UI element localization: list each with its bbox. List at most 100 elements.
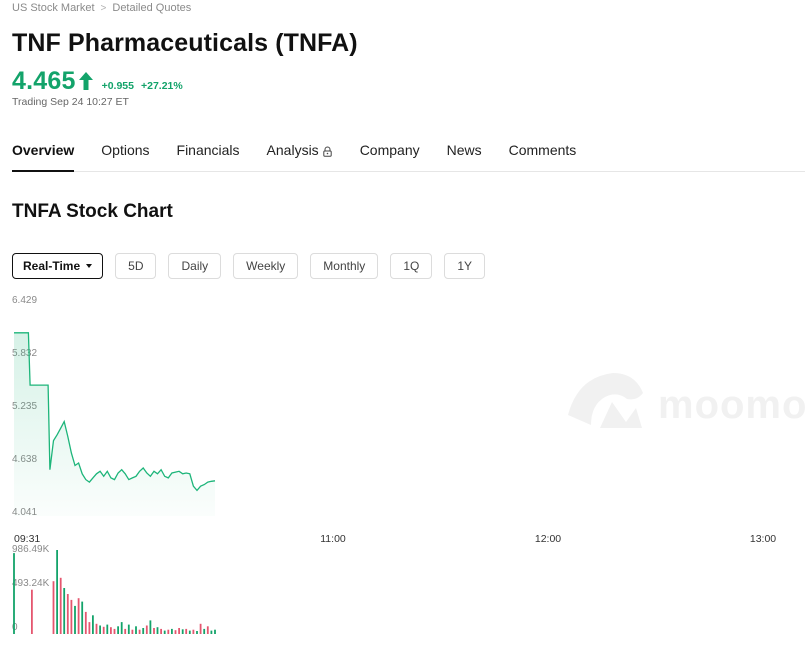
tab-comments[interactable]: Comments [509, 141, 577, 171]
chevron-right-icon: > [100, 2, 107, 14]
volume-bar [156, 627, 159, 634]
volume-bar [163, 630, 166, 634]
volume-bar [88, 622, 91, 634]
price-change-percent: +27.21% [140, 80, 183, 92]
volume-bar [131, 629, 134, 634]
volume-bar [113, 628, 116, 634]
volume-bar [153, 628, 155, 634]
volume-bar [181, 629, 184, 634]
volume-tick-label: 493.24K [12, 578, 50, 589]
time-tick-label: 12:00 [535, 533, 561, 545]
lock-icon [322, 146, 332, 157]
volume-bar [74, 605, 76, 634]
tab-options[interactable]: Options [101, 141, 149, 171]
price-tick-label: 6.429 [12, 295, 37, 306]
volume-bar [59, 577, 62, 634]
tab-analysis[interactable]: Analysis [267, 141, 333, 171]
volume-bar [84, 611, 87, 634]
realtime-label: Real-Time [23, 259, 81, 273]
price-row: 4.465 +0.955 +27.21% [12, 67, 183, 96]
volume-axis: 986.49K 493.24K 0 [12, 544, 50, 633]
tab-label: Options [101, 142, 150, 158]
tab-label: Overview [12, 142, 75, 158]
volume-bar [142, 628, 145, 634]
tab-overview[interactable]: Overview [12, 141, 75, 172]
volume-bar [203, 628, 206, 634]
volume-bar [31, 589, 33, 634]
breadcrumb-item-market[interactable]: US Stock Market [12, 2, 95, 14]
price-change: +0.955 [101, 80, 134, 92]
volume-bar [13, 553, 15, 634]
current-price: 4.465 [12, 67, 76, 95]
volume-bar [81, 601, 84, 634]
volume-bar [66, 594, 69, 634]
tab-label: News [446, 142, 482, 158]
range-1q-button[interactable]: 1Q [390, 253, 433, 279]
volume-bar [127, 624, 130, 634]
volume-bar [174, 630, 177, 634]
volume-bar [192, 629, 195, 634]
tab-label: Financials [176, 142, 240, 158]
volume-bar [56, 550, 58, 634]
tab-label: Analysis [266, 142, 319, 158]
volume-bar [63, 588, 66, 634]
chart-section-title: TNFA Stock Chart [12, 201, 173, 222]
realtime-dropdown[interactable]: Real-Time [12, 253, 104, 279]
volume-bar [196, 631, 198, 634]
volume-bar [214, 629, 216, 634]
volume-bar [92, 615, 94, 634]
time-tick-label: 13:00 [750, 533, 776, 545]
volume-bar [124, 628, 127, 634]
volume-bar [99, 625, 101, 634]
range-1y-button[interactable]: 1Y [444, 253, 486, 279]
range-weekly-button[interactable]: Weekly [233, 253, 299, 279]
volume-bar [95, 623, 98, 634]
time-tick-label: 11:00 [320, 533, 346, 545]
stock-chart[interactable]: moomoo 6.4295.8325.2354.6384.041 09:3111… [0, 290, 805, 650]
time-axis: 09:31 11:00 12:00 13:00 [14, 533, 776, 545]
range-daily-button[interactable]: Daily [168, 253, 222, 279]
breadcrumb: US Stock Market > Detailed Quotes [12, 2, 191, 14]
volume-bar [160, 628, 162, 634]
volume-bar [210, 630, 213, 634]
volume-bar [120, 622, 123, 634]
range-5d-button[interactable]: 5D [115, 253, 157, 279]
volume-bar [171, 628, 173, 634]
volume-bar [178, 628, 180, 634]
volume-bar [145, 625, 148, 634]
tab-news[interactable]: News [447, 141, 482, 171]
watermark-text: moomoo [658, 383, 805, 427]
tab-financials[interactable]: Financials [177, 141, 240, 171]
volume-bar [135, 626, 137, 634]
volume-bar [117, 626, 119, 634]
volume-tick-label: 0 [12, 622, 18, 633]
volume-bar [167, 629, 170, 634]
volume-bar [188, 630, 191, 634]
volume-bar [206, 626, 209, 634]
price-area-fill [14, 332, 215, 516]
page-title: TNF Pharmaceuticals (TNFA) [12, 29, 358, 57]
volume-bar [185, 628, 188, 634]
volume-bar [149, 620, 152, 634]
stock-chart-svg: moomoo 6.4295.8325.2354.6384.041 09:3111… [12, 295, 805, 634]
price-area [14, 332, 216, 516]
tab-bar: Overview Options Financials Analysis Com… [12, 141, 805, 172]
volume-bar [199, 623, 202, 634]
moomoo-logo-watermark: moomoo [568, 373, 805, 428]
tab-label: Company [359, 142, 420, 158]
range-monthly-button[interactable]: Monthly [310, 253, 379, 279]
volume-bar [77, 598, 80, 634]
volume-bar [52, 581, 55, 634]
breadcrumb-item-quotes[interactable]: Detailed Quotes [112, 2, 191, 14]
tab-label: Comments [508, 142, 577, 158]
volume-bar [102, 626, 105, 634]
arrow-up-icon [78, 72, 93, 90]
volume-bar [110, 627, 112, 634]
volume-bar [70, 599, 73, 634]
volume-bars [13, 550, 216, 634]
trading-status: Trading Sep 24 10:27 ET [12, 96, 129, 108]
volume-tick-label: 986.49K [12, 544, 50, 555]
volume-bar [106, 624, 109, 634]
tab-company[interactable]: Company [360, 141, 420, 171]
caret-down-icon [86, 264, 93, 268]
